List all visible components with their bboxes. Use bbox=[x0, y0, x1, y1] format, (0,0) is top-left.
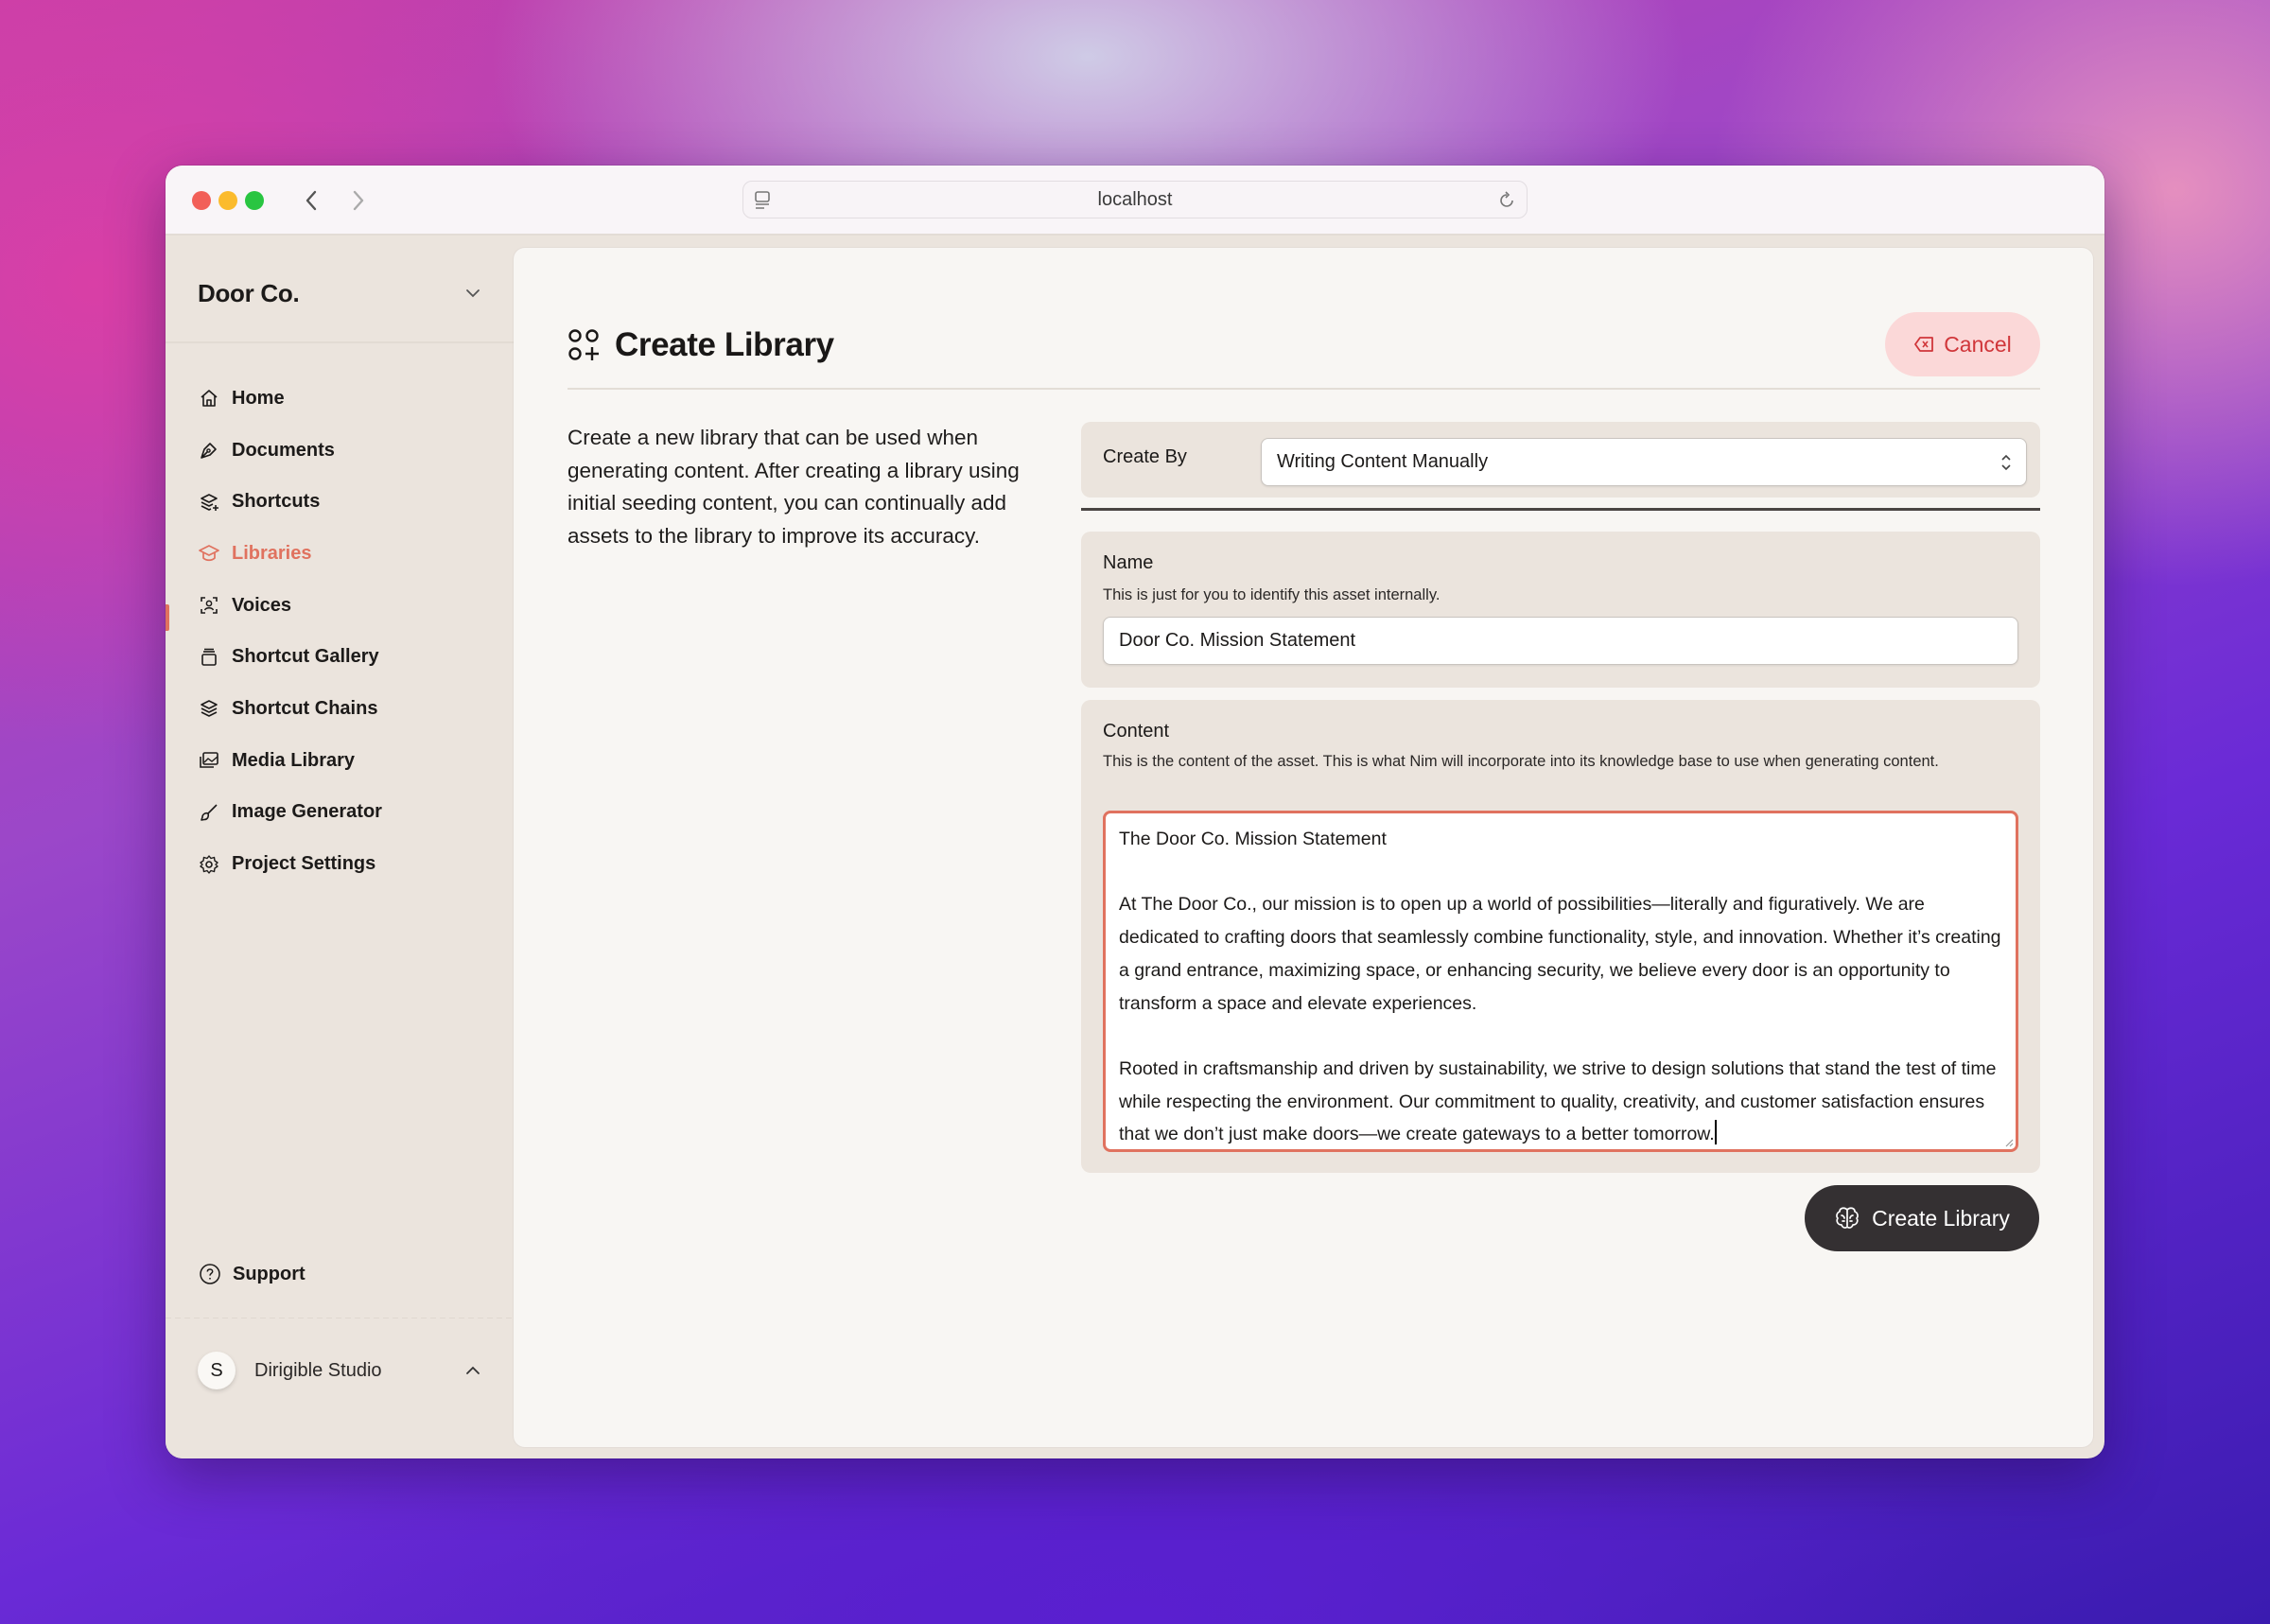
name-card: Name This is just for you to identify th… bbox=[1081, 532, 2040, 688]
sidebar-item-label: Image Generator bbox=[232, 801, 382, 823]
chevron-left-icon bbox=[306, 190, 317, 211]
content-card: Content This is the content of the asset… bbox=[1081, 700, 2040, 1173]
active-indicator bbox=[166, 604, 169, 631]
pen-nib-icon bbox=[198, 439, 220, 462]
content-label: Content bbox=[1103, 721, 1170, 742]
create-by-value: Writing Content Manually bbox=[1277, 451, 1489, 472]
account-name: Dirigible Studio bbox=[254, 1359, 382, 1381]
brush-icon bbox=[198, 801, 220, 824]
minimize-window-button[interactable] bbox=[218, 191, 237, 210]
support-link[interactable]: Support bbox=[198, 1262, 306, 1286]
chevron-down-icon bbox=[466, 289, 480, 298]
page-title: Create Library bbox=[615, 326, 834, 363]
maximize-window-button[interactable] bbox=[245, 191, 264, 210]
create-by-card: Create By Writing Content Manually bbox=[1081, 422, 2040, 498]
content-help: This is the content of the asset. This i… bbox=[1103, 753, 1939, 770]
chevron-up-icon bbox=[466, 1366, 480, 1374]
name-input[interactable]: Door Co. Mission Statement bbox=[1103, 617, 2018, 665]
user-scan-icon bbox=[198, 594, 220, 617]
sidebar-item-label: Voices bbox=[232, 594, 291, 616]
library-add-icon bbox=[568, 329, 599, 360]
sidebar-item-label: Shortcuts bbox=[232, 491, 321, 513]
page-header: Create Library bbox=[568, 312, 2040, 378]
sidebar-item-home[interactable]: Home bbox=[198, 373, 491, 425]
url-text: localhost bbox=[1097, 188, 1173, 210]
create-by-label: Create By bbox=[1103, 446, 1187, 467]
sidebar-item-label: Shortcut Chains bbox=[232, 697, 378, 719]
sidebar-item-label: Shortcut Gallery bbox=[232, 646, 379, 668]
sidebar-item-documents[interactable]: Documents bbox=[198, 425, 491, 477]
backspace-icon bbox=[1913, 336, 1934, 353]
sidebar-item-libraries[interactable]: Libraries bbox=[198, 528, 491, 580]
layers-icon bbox=[198, 697, 220, 720]
sidebar-item-label: Project Settings bbox=[232, 853, 376, 875]
sidebar: Door Co. Home Documents Shortcuts Librar… bbox=[166, 237, 514, 1458]
intro-text: Create a new library that can be used wh… bbox=[568, 426, 1020, 548]
forward-button[interactable] bbox=[341, 183, 375, 218]
sidebar-item-media-library[interactable]: Media Library bbox=[198, 735, 491, 787]
gallery-stack-icon bbox=[198, 646, 220, 669]
sidebar-item-label: Libraries bbox=[232, 542, 312, 564]
sidebar-item-shortcut-chains[interactable]: Shortcut Chains bbox=[198, 683, 491, 735]
create-library-button[interactable]: Create Library bbox=[1805, 1185, 2039, 1251]
create-library-form: Create By Writing Content Manually Name … bbox=[1081, 422, 2040, 1173]
cancel-label: Cancel bbox=[1944, 331, 2012, 357]
org-switcher[interactable]: Door Co. bbox=[198, 271, 481, 315]
create-by-select[interactable]: Writing Content Manually bbox=[1261, 438, 2027, 486]
cancel-button[interactable]: Cancel bbox=[1885, 312, 2040, 376]
sidebar-item-shortcut-gallery[interactable]: Shortcut Gallery bbox=[198, 631, 491, 683]
form-divider bbox=[1081, 508, 2040, 511]
sidebar-item-project-settings[interactable]: Project Settings bbox=[198, 838, 491, 890]
sidebar-divider bbox=[166, 341, 514, 343]
header-divider bbox=[568, 388, 2040, 390]
address-bar[interactable]: localhost bbox=[742, 181, 1528, 218]
sidebar-item-label: Documents bbox=[232, 439, 335, 461]
layers-plus-icon bbox=[198, 491, 220, 514]
content-textarea[interactable]: The Door Co. Mission Statement At The Do… bbox=[1103, 811, 2018, 1152]
close-window-button[interactable] bbox=[192, 191, 211, 210]
sidebar-item-image-generator[interactable]: Image Generator bbox=[198, 787, 491, 839]
name-help: This is just for you to identify this as… bbox=[1103, 586, 1441, 603]
images-icon bbox=[198, 749, 220, 772]
home-icon bbox=[198, 387, 220, 410]
content-text: The Door Co. Mission Statement At The Do… bbox=[1119, 829, 2001, 1145]
brain-icon bbox=[1834, 1206, 1860, 1231]
sidebar-nav: Home Documents Shortcuts Libraries Voice… bbox=[198, 373, 491, 890]
text-caret bbox=[1714, 1120, 1717, 1145]
sidebar-item-label: Home bbox=[232, 387, 285, 409]
reload-icon[interactable] bbox=[1496, 190, 1517, 216]
back-button[interactable] bbox=[294, 183, 328, 218]
org-name: Door Co. bbox=[198, 278, 300, 307]
chevron-right-icon bbox=[353, 190, 364, 211]
avatar: S bbox=[198, 1352, 236, 1389]
sidebar-item-voices[interactable]: Voices bbox=[198, 580, 491, 632]
account-switcher[interactable]: S Dirigible Studio bbox=[198, 1344, 481, 1397]
help-circle-icon bbox=[198, 1262, 222, 1286]
create-library-label: Create Library bbox=[1872, 1205, 2010, 1231]
gear-icon bbox=[198, 853, 220, 876]
support-label: Support bbox=[233, 1263, 306, 1284]
resize-handle-icon[interactable] bbox=[2002, 1136, 2014, 1147]
select-chevrons-icon bbox=[2001, 454, 2011, 471]
main-panel: Create Library Cancel Create a new libra… bbox=[514, 248, 2093, 1447]
sidebar-item-label: Media Library bbox=[232, 749, 356, 771]
name-label: Name bbox=[1103, 552, 1154, 573]
graduation-cap-icon bbox=[198, 542, 220, 565]
sidebar-item-shortcuts[interactable]: Shortcuts bbox=[198, 476, 491, 528]
browser-window: localhost Door Co. Home Documents Shortc bbox=[166, 166, 2104, 1458]
browser-titlebar: localhost bbox=[166, 166, 2104, 236]
